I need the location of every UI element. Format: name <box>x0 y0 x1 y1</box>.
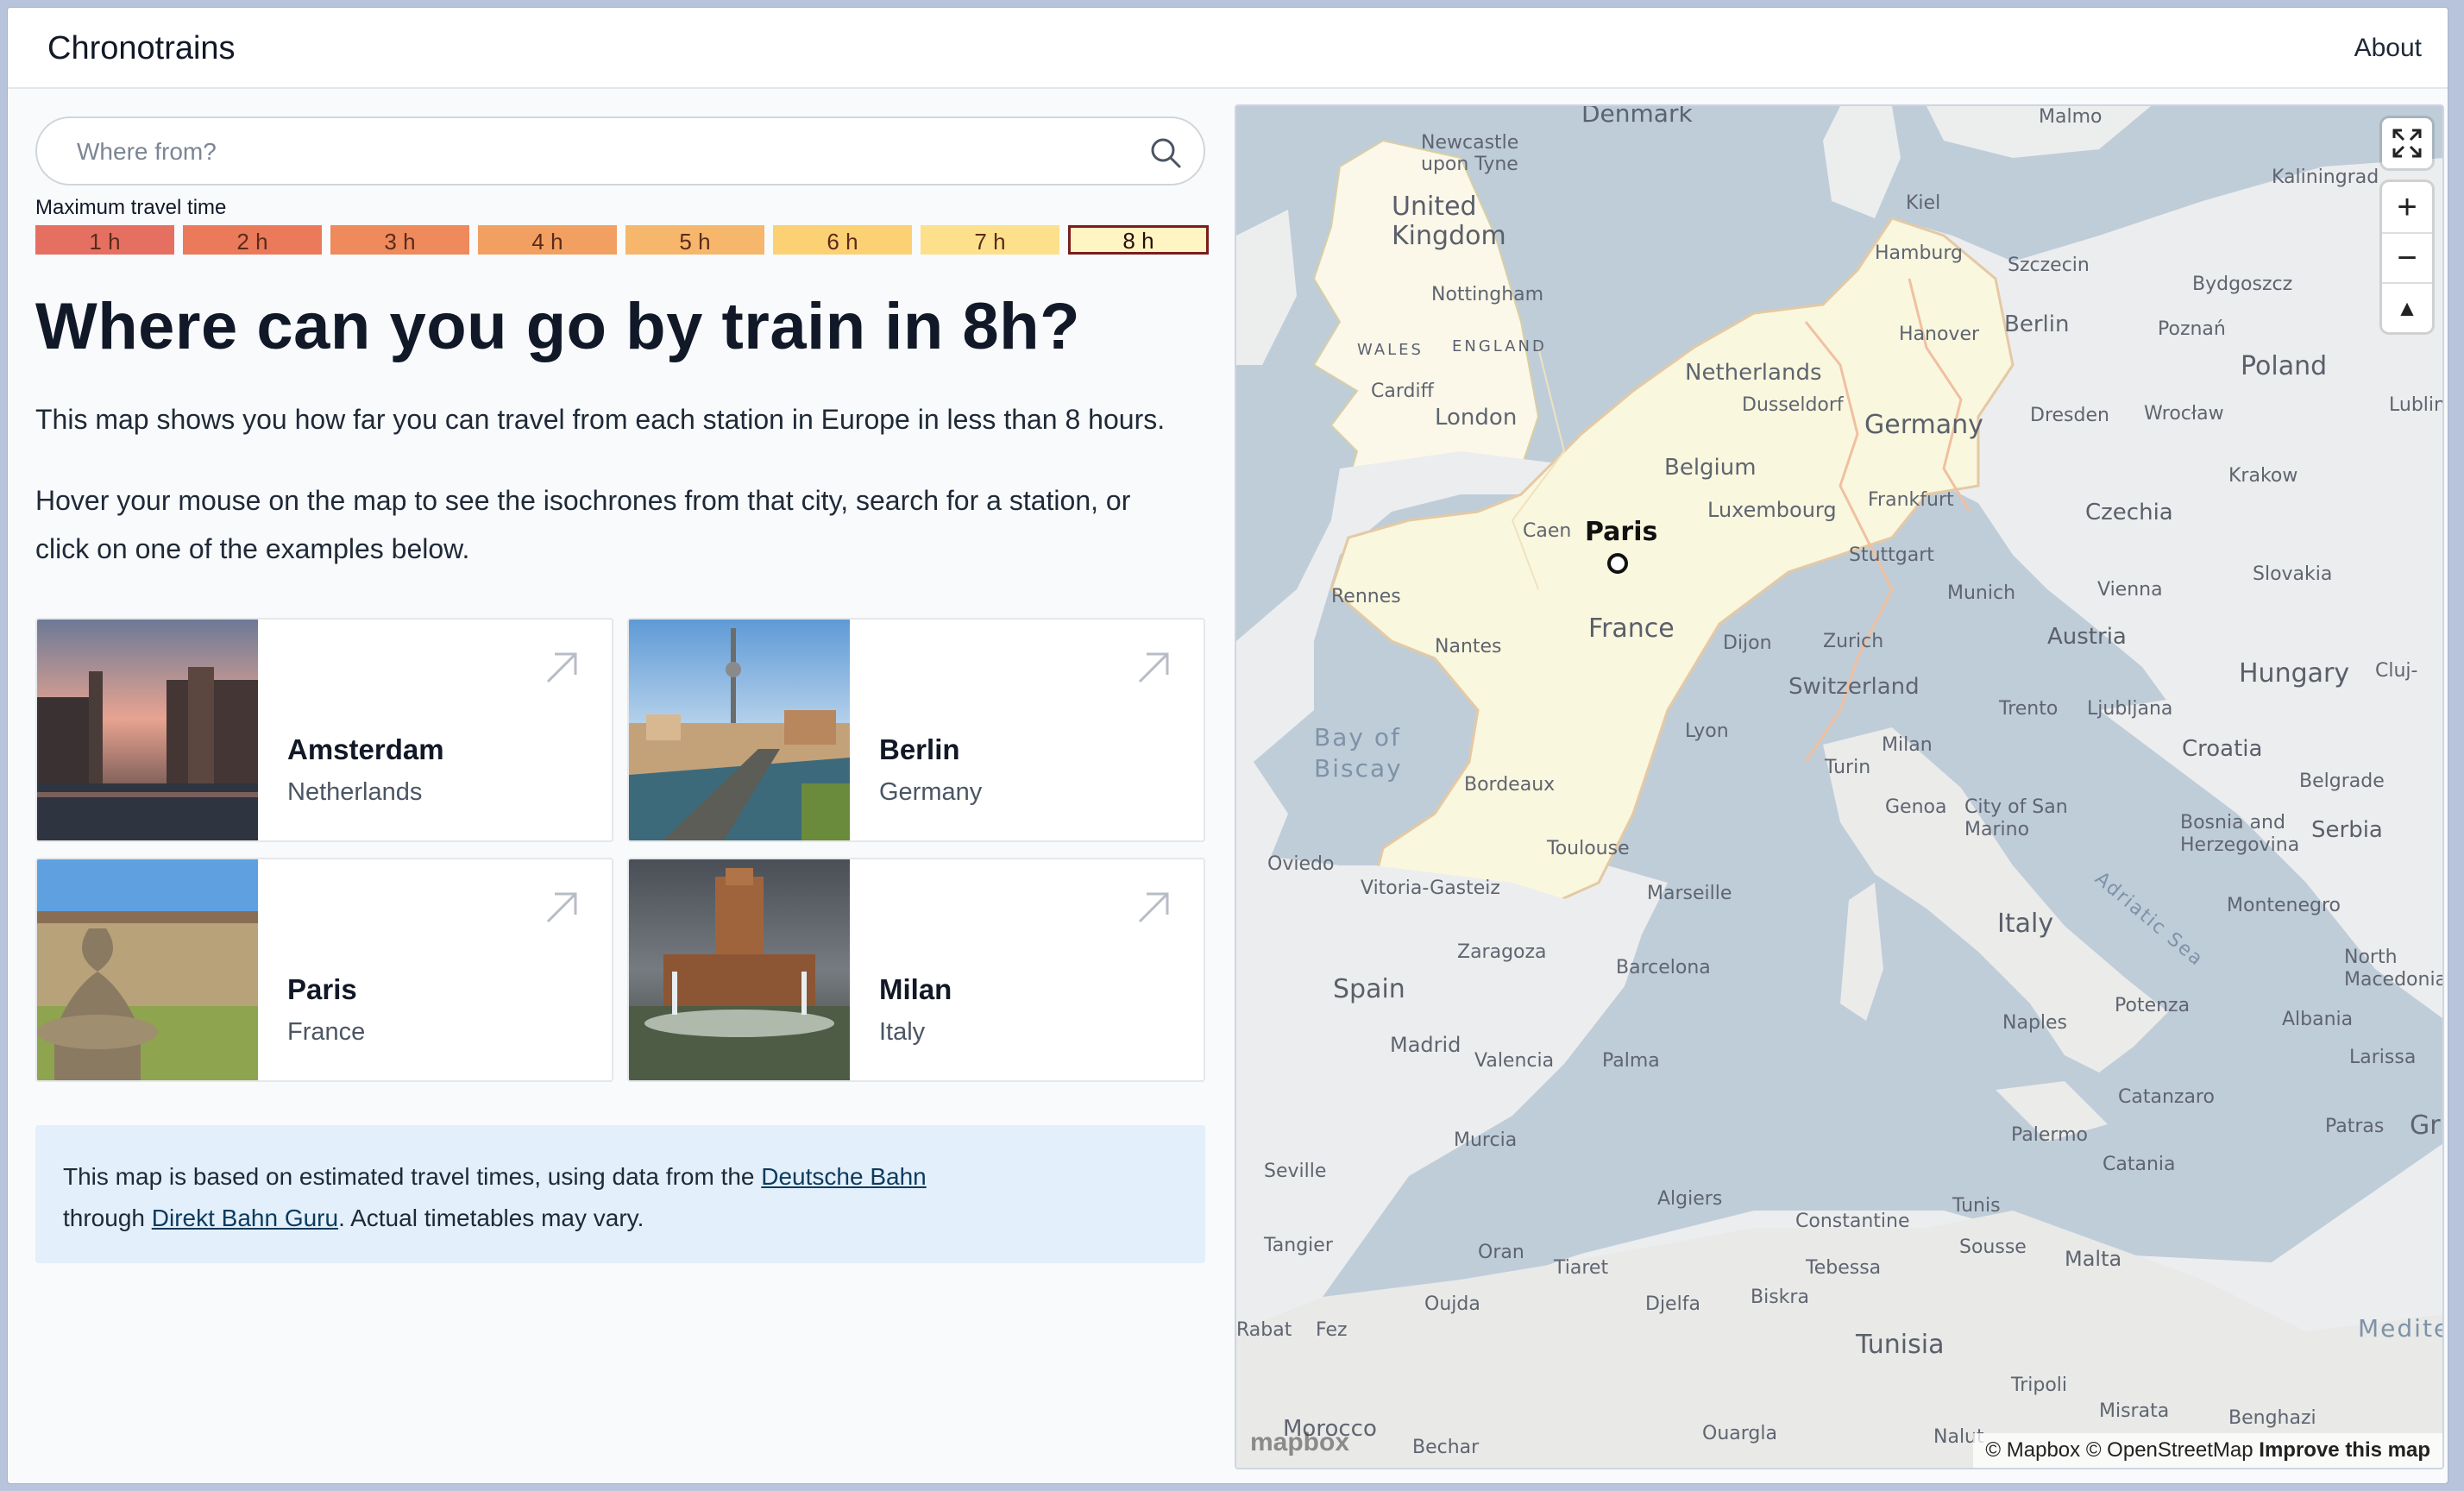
example-card-berlin[interactable]: Berlin Germany <box>627 618 1205 842</box>
compass-icon: ▲ <box>2396 294 2418 321</box>
arrow-up-right-icon <box>1138 652 1169 683</box>
page-heading: Where can you go by train in 8h? <box>35 290 1081 363</box>
note-text: This map is based on estimated travel ti… <box>63 1163 762 1190</box>
example-city: Amsterdam <box>287 733 444 765</box>
mapbox-logo[interactable]: mapbox <box>1250 1428 1349 1457</box>
fullscreen-button[interactable] <box>2382 118 2432 168</box>
example-card-milan[interactable]: Milan Italy <box>627 858 1205 1082</box>
deutsche-bahn-link[interactable]: Deutsche Bahn <box>761 1163 926 1190</box>
map-attribution: © Mapbox © OpenStreetMap Improve this ma… <box>1973 1433 2442 1468</box>
fullscreen-icon <box>2392 129 2422 158</box>
max-travel-time-label: Maximum travel time <box>35 196 227 219</box>
zoom-in-button[interactable]: + <box>2382 182 2432 232</box>
example-country: Germany <box>879 778 983 806</box>
example-card-paris[interactable]: Paris France <box>35 858 613 1082</box>
travel-time-option-2h[interactable]: 2 h <box>183 225 322 255</box>
minus-icon: − <box>2397 238 2417 277</box>
left-panel: Maximum travel time 1 h 2 h 3 h 4 h 5 h 6 h 7 … <box>35 116 1209 1263</box>
example-country: France <box>287 1018 366 1046</box>
travel-time-option-1h[interactable]: 1 h <box>35 225 174 255</box>
example-city: Berlin <box>879 733 960 765</box>
example-country: Italy <box>879 1018 926 1046</box>
example-city: Milan <box>879 973 952 1005</box>
data-source-note: This map is based on estimated travel ti… <box>35 1125 1205 1263</box>
selected-station-marker[interactable] <box>1607 553 1628 574</box>
plus-icon: + <box>2397 187 2417 226</box>
improve-map-link[interactable]: Improve this map <box>2259 1438 2430 1462</box>
travel-time-option-7h[interactable]: 7 h <box>921 225 1059 255</box>
search-box[interactable] <box>35 116 1205 186</box>
note-text: . Actual timetables may vary. <box>338 1205 644 1231</box>
note-text: through <box>63 1205 152 1231</box>
amsterdam-photo <box>37 620 258 840</box>
direkt-bahn-guru-link[interactable]: Direkt Bahn Guru <box>152 1205 338 1231</box>
arrow-up-right-icon <box>1138 892 1169 923</box>
travel-time-option-6h[interactable]: 6 h <box>773 225 912 255</box>
compass-button[interactable]: ▲ <box>2382 282 2432 332</box>
about-link[interactable]: About <box>2354 34 2422 63</box>
arrow-up-right-icon <box>546 892 577 923</box>
isochrone-map[interactable]: Denmark Malmo Kaliningrad Newcastle upon … <box>1235 104 2444 1469</box>
example-card-amsterdam[interactable]: Amsterdam Netherlands <box>35 618 613 842</box>
travel-time-option-3h[interactable]: 3 h <box>330 225 469 255</box>
travel-time-selector: 1 h 2 h 3 h 4 h 5 h 6 h 7 h 8 h <box>35 225 1209 255</box>
example-cards: Amsterdam Netherlands Berlin Germany Par… <box>35 618 1209 1082</box>
intro-text: This map shows you how far you can trave… <box>35 404 1166 435</box>
zoom-controls: + − ▲ <box>2382 182 2432 332</box>
station-search-input[interactable] <box>77 132 1112 172</box>
travel-time-option-4h[interactable]: 4 h <box>478 225 617 255</box>
fullscreen-control <box>2382 118 2432 168</box>
selected-station-label: Paris <box>1585 517 1658 547</box>
navbar: Chronotrains About <box>8 8 2448 89</box>
zoom-out-button[interactable]: − <box>2382 232 2432 282</box>
brand-title[interactable]: Chronotrains <box>47 30 236 67</box>
search-icon[interactable] <box>1148 135 1183 170</box>
milan-photo <box>629 859 850 1080</box>
example-country: Netherlands <box>287 778 423 806</box>
berlin-photo <box>629 620 850 840</box>
osm-attribution-link[interactable]: © OpenStreetMap <box>2086 1438 2253 1462</box>
arrow-up-right-icon <box>546 652 577 683</box>
instructions-text: Hover your mouse on the map to see the i… <box>35 485 1131 564</box>
paris-photo <box>37 859 258 1080</box>
travel-time-option-8h[interactable]: 8 h <box>1068 225 1209 255</box>
mapbox-attribution-link[interactable]: © Mapbox <box>1985 1438 2080 1462</box>
example-city: Paris <box>287 973 357 1005</box>
app-window: Chronotrains About Maximum travel time 1… <box>7 7 2448 1484</box>
travel-time-option-5h[interactable]: 5 h <box>625 225 764 255</box>
